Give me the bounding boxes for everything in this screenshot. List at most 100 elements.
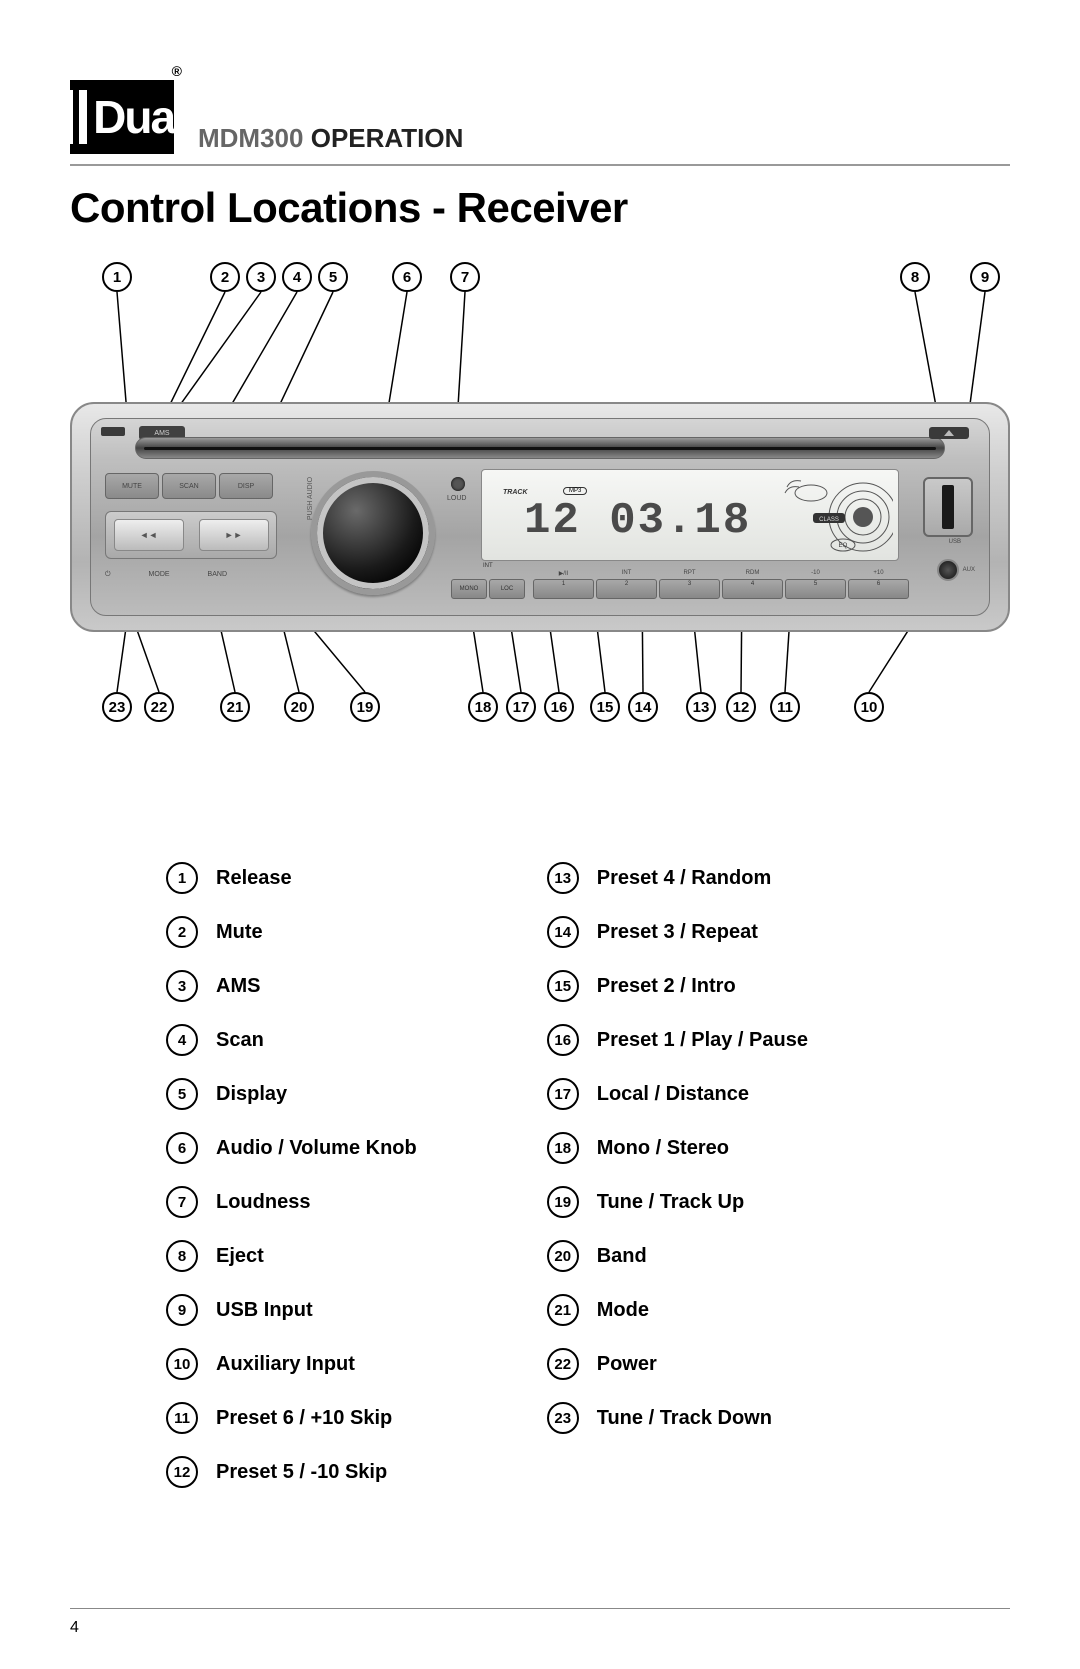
legend-item-6: 6Audio / Volume Knob (166, 1132, 417, 1164)
legend-item-1: 1 Release (166, 862, 417, 894)
legend-item-9: 9USB Input (166, 1294, 417, 1326)
legend-label: AMS (216, 975, 260, 998)
callout-16: 16 (544, 692, 574, 722)
legend-item-5: 5Display (166, 1078, 417, 1110)
legend-item-3: 3AMS (166, 970, 417, 1002)
usb-slot-icon (942, 485, 954, 529)
preset-1[interactable]: ▶/II1 (533, 579, 594, 599)
eject-button[interactable] (929, 427, 969, 439)
power-button[interactable]: ⏻ (105, 571, 111, 579)
registered-mark: ® (172, 64, 180, 78)
callout-21: 21 (220, 692, 250, 722)
receiver-faceplate: AMS MUTE SCAN DISP ◄◄ ►► ⏻ MODE BAND PUS… (90, 418, 990, 616)
legend-label: Mute (216, 921, 263, 944)
preset-4[interactable]: RDM4 (722, 579, 783, 599)
legend-num: 2 (166, 916, 198, 948)
lcd-digits: 12 03.18 (482, 470, 751, 560)
legend-num: 7 (166, 1186, 198, 1218)
callout-17: 17 (506, 692, 536, 722)
legend-num: 11 (166, 1402, 198, 1434)
receiver-diagram: AMS MUTE SCAN DISP ◄◄ ►► ⏻ MODE BAND PUS… (70, 262, 1010, 722)
scan-button[interactable]: SCAN (162, 473, 216, 499)
svg-text:CLASS: CLASS (819, 517, 839, 523)
section-title: Control Locations - Receiver (70, 184, 1010, 232)
loc-button[interactable]: LOC (489, 579, 525, 599)
header-title-rest: OPERATION (311, 123, 464, 153)
legend-num: 20 (547, 1240, 579, 1272)
volume-knob[interactable] (311, 471, 435, 595)
legend-label: Preset 2 / Intro (597, 975, 736, 998)
preset-6[interactable]: +106 (848, 579, 909, 599)
legend-num: 14 (547, 916, 579, 948)
logo-bars-icon (59, 90, 87, 144)
callout-11: 11 (770, 692, 800, 722)
aux-port[interactable] (937, 559, 959, 581)
footer-rule (70, 1608, 1010, 1609)
mode-button[interactable]: MODE (149, 571, 170, 579)
svg-text:EQ: EQ (839, 543, 848, 549)
mono-button[interactable]: MONO (451, 579, 487, 599)
legend-item-17: 17 Local / Distance (547, 1078, 808, 1110)
legend-label: Eject (216, 1245, 264, 1268)
legend-num: 22 (547, 1348, 579, 1380)
legend-item-22: 22Power (547, 1348, 808, 1380)
tune-track-down[interactable]: ◄◄ (114, 519, 184, 551)
header-title: MDM300 OPERATION (198, 123, 463, 154)
usb-port[interactable] (923, 477, 973, 537)
loudness-button[interactable] (451, 477, 465, 491)
callout-5: 5 (318, 262, 348, 292)
page-number: 4 (70, 1619, 79, 1637)
callout-1: 1 (102, 262, 132, 292)
callout-2: 2 (210, 262, 240, 292)
legend-num: 19 (547, 1186, 579, 1218)
release-button[interactable] (101, 427, 125, 436)
legend-num: 8 (166, 1240, 198, 1272)
legend-num: 23 (547, 1402, 579, 1434)
mute-button[interactable]: MUTE (105, 473, 159, 499)
cd-slot[interactable] (135, 437, 945, 459)
callout-13: 13 (686, 692, 716, 722)
legend-num: 10 (166, 1348, 198, 1380)
display-button[interactable]: DISP (219, 473, 273, 499)
legend-item-14: 14 Preset 3 / Repeat (547, 916, 808, 948)
legend-item-20: 20Band (547, 1240, 808, 1272)
callout-9: 9 (970, 262, 1000, 292)
legend-label: Preset 5 / -10 Skip (216, 1461, 387, 1484)
legend-label: Loudness (216, 1191, 310, 1214)
legend-item-4: 4Scan (166, 1024, 417, 1056)
callout-10: 10 (854, 692, 884, 722)
legend-num: 1 (166, 862, 198, 894)
legend-item-11: 11Preset 6 / +10 Skip (166, 1402, 417, 1434)
preset-5[interactable]: -105 (785, 579, 846, 599)
legend-label: Display (216, 1083, 287, 1106)
legend-label: Local / Distance (597, 1083, 749, 1106)
legend-item-18: 18Mono / Stereo (547, 1132, 808, 1164)
legend-num: 15 (547, 970, 579, 1002)
brand-logo: ® Dual (70, 80, 174, 154)
preset-3[interactable]: RPT3 (659, 579, 720, 599)
legend-label: Tune / Track Up (597, 1191, 744, 1214)
top-button-row: MUTE SCAN DISP (105, 473, 273, 499)
model-code: MDM300 (198, 123, 303, 153)
callout-14: 14 (628, 692, 658, 722)
legend-label: USB Input (216, 1299, 313, 1322)
callout-18: 18 (468, 692, 498, 722)
mp3-pill: MP3 (563, 487, 587, 495)
legend-num: 17 (547, 1078, 579, 1110)
legend-item-21: 21Mode (547, 1294, 808, 1326)
callout-20: 20 (284, 692, 314, 722)
legend-num: 6 (166, 1132, 198, 1164)
legend-label: Release (216, 867, 292, 890)
tune-rocker: ◄◄ ►► (105, 511, 277, 559)
callout-15: 15 (590, 692, 620, 722)
legend-label: Auxiliary Input (216, 1353, 355, 1376)
legend-item-23: 23Tune / Track Down (547, 1402, 808, 1434)
logo-text: Dual (93, 94, 185, 140)
lower-left-labels: ⏻ MODE BAND (105, 571, 227, 579)
callout-19: 19 (350, 692, 380, 722)
legend-label: Preset 3 / Repeat (597, 921, 758, 944)
tune-track-up[interactable]: ►► (199, 519, 269, 551)
band-button[interactable]: BAND (208, 571, 227, 579)
legend-item-7: 7 Loudness (166, 1186, 417, 1218)
preset-2[interactable]: INT2 (596, 579, 657, 599)
